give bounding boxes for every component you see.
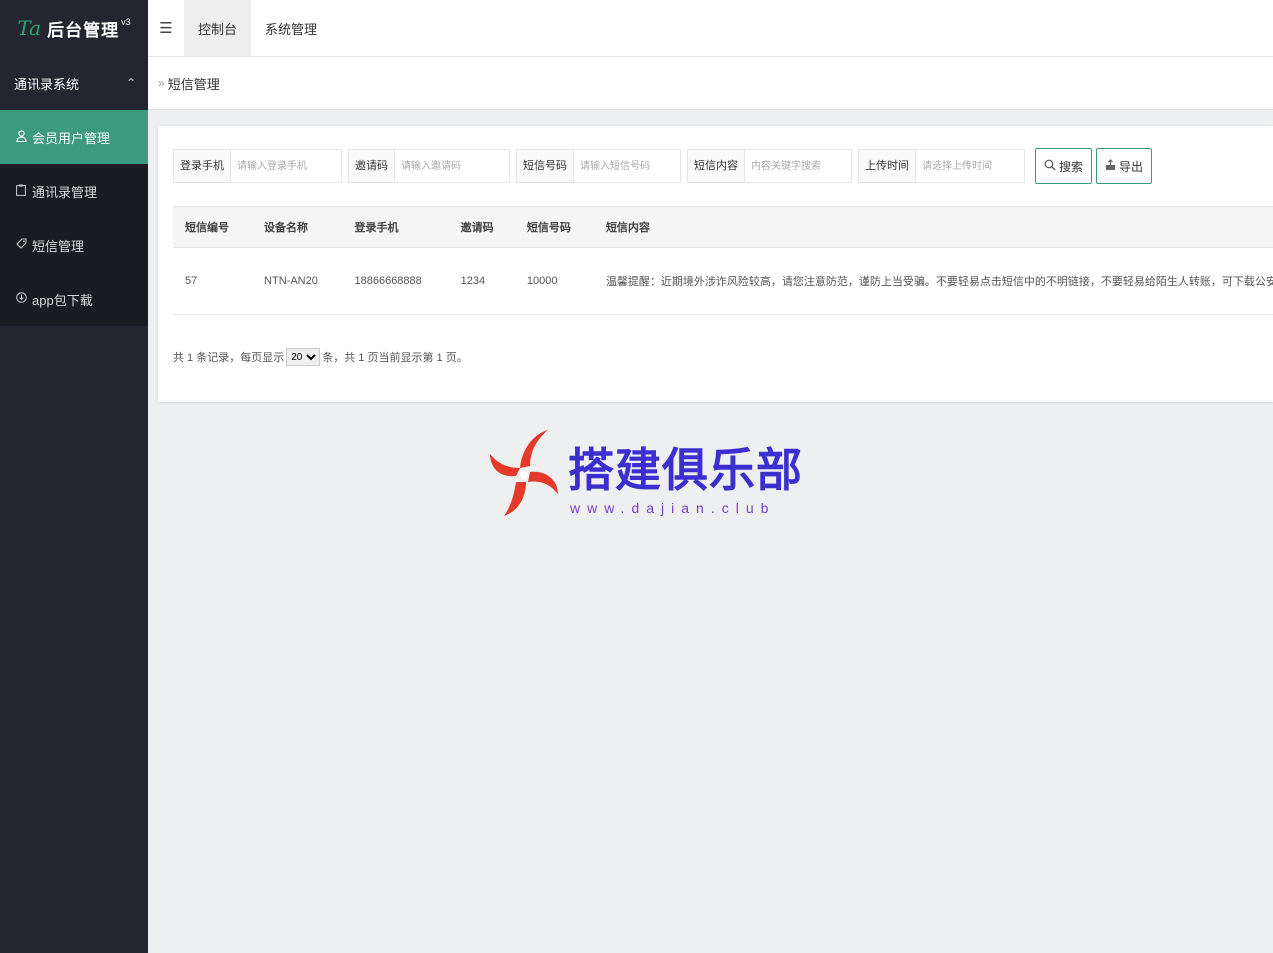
filter-label: 上传时间 (859, 150, 916, 182)
sms-content-input[interactable] (745, 151, 851, 181)
search-button[interactable]: 搜索 (1035, 148, 1093, 184)
filter-invite-code: 邀请码 (348, 149, 510, 183)
sms-number-input[interactable] (574, 151, 680, 181)
top-bar: ☰ 控制台 系统管理 (148, 0, 1273, 57)
filter-label: 短信号码 (517, 150, 574, 182)
main-panel: 登录手机 邀请码 短信号码 短信内容 上传时间 搜索 (158, 126, 1273, 402)
column-header[interactable]: 设备名称 (252, 206, 343, 248)
filter-bar: 登录手机 邀请码 短信号码 短信内容 上传时间 搜索 (173, 148, 1153, 184)
watermark: 搭建俱乐部 www.dajian.club (490, 428, 802, 520)
sidebar-item-label: 短信管理 (32, 238, 85, 254)
logo-mark: Ta (17, 16, 42, 40)
sidebar-item-sms[interactable]: 短信管理 (0, 218, 148, 272)
cell-sms-content: 温馨提醒：近期境外涉诈风险较高，请您注意防范，谨防上当受骗。不要轻易点击短信中的… (593, 247, 1273, 315)
app-logo[interactable]: Ta 后台管理 v3 (0, 0, 148, 56)
filter-label: 登录手机 (174, 150, 231, 182)
search-icon (1044, 159, 1056, 174)
breadcrumb: » 短信管理 (148, 57, 1273, 110)
app-title: 后台管理 (47, 20, 120, 40)
filter-label: 短信内容 (688, 150, 745, 182)
chevron-up-icon: ⌃ (125, 76, 136, 90)
export-icon (1105, 158, 1116, 174)
sidebar-item-label: 通讯录管理 (32, 184, 98, 200)
menu-fold-icon[interactable]: ☰ (148, 0, 184, 56)
cell-invite-code: 1234 (448, 247, 515, 315)
cell-login-phone: 18866668888 (342, 247, 449, 315)
sidebar-item-app-download[interactable]: app包下载 (0, 272, 148, 326)
table-header-row: 短信编号 设备名称 登录手机 邀请码 短信号码 短信内容 (173, 206, 1273, 248)
filter-login-phone: 登录手机 (173, 149, 342, 183)
sidebar-item-label: 会员用户管理 (32, 130, 111, 146)
login-phone-input[interactable] (231, 151, 341, 181)
pinwheel-logo-icon (490, 430, 558, 516)
filter-sms-number: 短信号码 (516, 149, 681, 183)
nav-group-label: 通讯录系统 (14, 76, 80, 92)
filter-label: 邀请码 (349, 150, 395, 182)
tab-console[interactable]: 控制台 (184, 0, 252, 56)
export-button-label: 导出 (1119, 159, 1144, 174)
sidebar-item-contacts[interactable]: 通讯录管理 (0, 164, 148, 218)
filter-sms-content: 短信内容 (687, 149, 852, 183)
page-size-select[interactable]: 20 (286, 348, 321, 366)
column-header[interactable]: 短信号码 (514, 206, 594, 248)
breadcrumb-current[interactable]: 短信管理 (168, 74, 220, 93)
upload-time-input[interactable] (916, 151, 1024, 181)
breadcrumb-separator: » (158, 76, 165, 90)
search-button-label: 搜索 (1059, 159, 1084, 174)
clipboard-icon (14, 184, 28, 199)
cell-device-name: NTN-AN20 (252, 247, 343, 315)
table-row[interactable]: 57 NTN-AN20 18866668888 1234 10000 温馨提醒：… (173, 247, 1273, 315)
nav-group-contacts-system[interactable]: 通讯录系统 ⌃ (0, 56, 148, 110)
column-header[interactable]: 短信内容 (593, 206, 1273, 248)
download-icon (14, 292, 28, 306)
invite-code-input[interactable] (395, 151, 509, 181)
sidebar-item-label: app包下载 (32, 292, 93, 308)
nav-list: 会员用户管理 通讯录管理 短信管理 app包下载 (0, 110, 148, 326)
watermark-url: www.dajian.club (570, 500, 776, 516)
sidebar-item-member-users[interactable]: 会员用户管理 (0, 110, 148, 164)
cell-sms-number: 10000 (514, 247, 594, 315)
data-table-wrapper: 短信编号 设备名称 登录手机 邀请码 短信号码 短信内容 57 NTN-AN20… (173, 206, 1273, 316)
sidebar: Ta 后台管理 v3 通讯录系统 ⌃ 会员用户管理 通讯录管理 短信管理 app… (0, 0, 148, 953)
pager-suffix: 条，共 1 页当前显示第 1 页。 (322, 352, 468, 364)
user-icon (14, 129, 28, 145)
column-header[interactable]: 短信编号 (173, 206, 253, 248)
export-button[interactable]: 导出 (1096, 148, 1153, 184)
filter-upload-time: 上传时间 (858, 149, 1025, 183)
pager-prefix: 共 1 条记录，每页显示 (173, 352, 285, 364)
watermark-brand: 搭建俱乐部 (568, 444, 803, 496)
tab-system-management[interactable]: 系统管理 (251, 0, 331, 56)
app-version: v3 (121, 17, 131, 27)
data-table: 短信编号 设备名称 登录手机 邀请码 短信号码 短信内容 57 NTN-AN20… (173, 206, 1273, 315)
tag-icon (14, 238, 28, 252)
cell-sms-id: 57 (173, 247, 253, 315)
column-header[interactable]: 邀请码 (448, 206, 515, 248)
column-header[interactable]: 登录手机 (342, 206, 449, 248)
pagination: 共 1 条记录，每页显示 20 条，共 1 页当前显示第 1 页。 (173, 348, 468, 366)
